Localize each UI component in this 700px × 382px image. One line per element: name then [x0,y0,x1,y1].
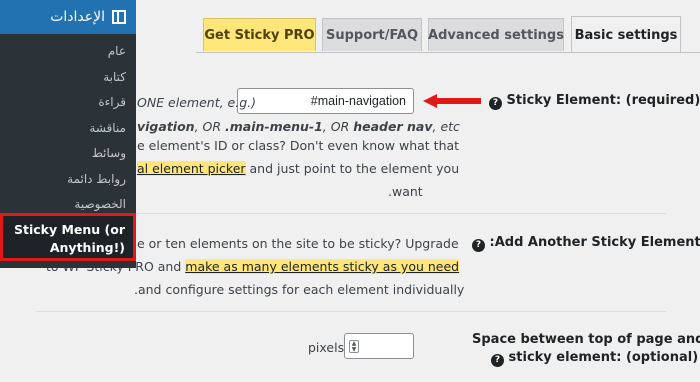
upgrade-pro-link[interactable]: make as many elements sticky as you need [185,259,460,274]
settings-icon [112,10,126,24]
space-label-2: ? sticky element: (optional) [491,350,698,367]
sidebar-item-permalinks[interactable]: روابط دائمة [67,172,126,198]
sidebar-item-reading[interactable]: قراءة [67,95,126,121]
tab-get-sticky-pro[interactable]: Get Sticky PRO [203,18,316,51]
sticky-element-desc-1: ONE element, e.g.) [137,95,257,110]
tab-support-faq[interactable]: Support/FAQ [322,18,422,51]
add-another-desc-1: e or ten elements on the site to be stic… [137,236,459,251]
sidebar-item-writing[interactable]: كتابة [67,70,126,96]
admin-sidebar: الإعدادات عام كتابة قراءة مناقشة وسائط ر… [0,0,136,268]
sticky-element-desc-2: vigation, OR .main-menu-1, OR header nav… [137,119,460,134]
help-icon[interactable]: ? [472,238,485,252]
sidebar-item-media[interactable]: وسائط [67,146,126,172]
sticky-element-desc-5: .want [388,184,423,199]
sidebar-item-sticky-menu[interactable]: Sticky Menu (or Anything!) [0,213,136,261]
add-another-label: ? :Add Another Sticky Element [472,235,700,252]
section-divider [36,311,666,312]
sticky-element-input[interactable] [237,88,414,114]
pixels-unit-label: pixels [308,340,345,355]
tab-advanced-settings[interactable]: Advanced settings [428,18,564,51]
space-label-1: Space between top of page and [472,332,700,347]
help-icon[interactable]: ? [491,353,504,367]
tab-divider [196,52,700,53]
settings-menu-header[interactable]: الإعدادات [0,0,136,34]
stepper-icon[interactable]: ▲ ▼ [349,340,359,353]
tab-basic-settings[interactable]: Basic settings [571,16,681,53]
sticky-element-desc-3: e element's ID or class? Don't even know… [137,138,460,153]
sticky-element-desc-4: al element picker and just point to the … [137,161,460,176]
sticky-element-label: ? Sticky Element: (required) [489,93,700,110]
element-picker-link[interactable]: al element picker [137,161,246,176]
sidebar-item-discussion[interactable]: مناقشة [67,121,126,147]
sidebar-item-general[interactable]: عام [67,44,126,70]
red-arrow-annotation [423,94,481,108]
help-icon[interactable]: ? [489,96,502,110]
add-another-desc-3: .and configure settings for each element… [134,282,465,297]
space-number-input[interactable]: ▲ ▼ [344,333,414,359]
